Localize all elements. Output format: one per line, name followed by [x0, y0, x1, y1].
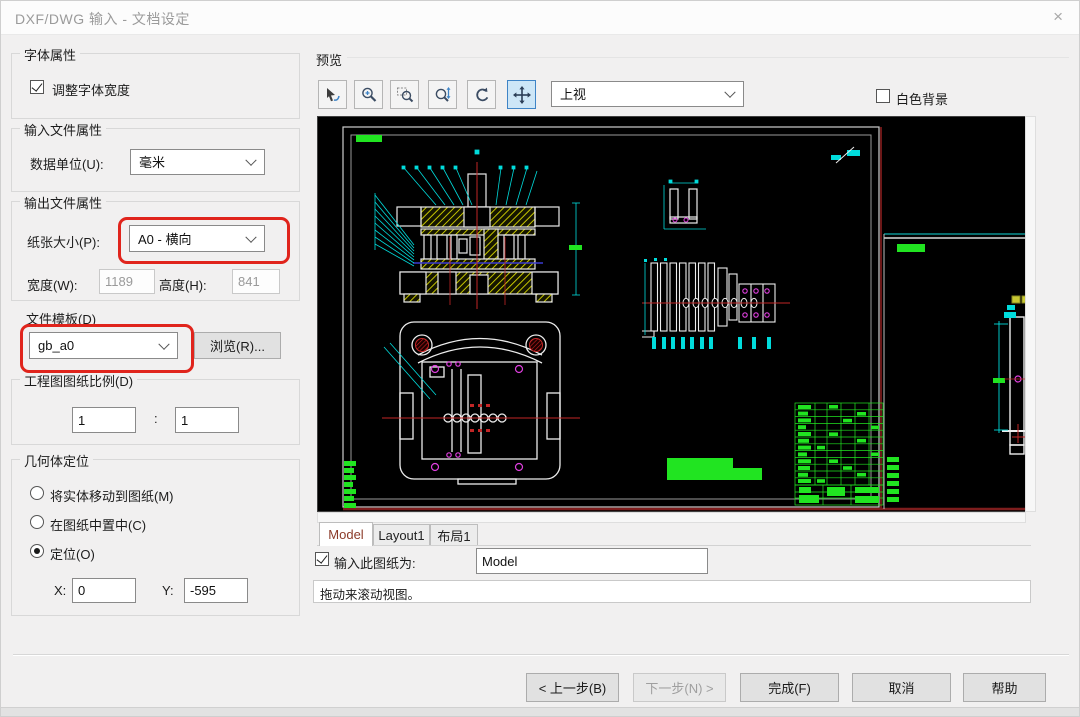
import-sheet-checkbox[interactable] — [315, 552, 329, 566]
import-sheet-label: 输入此图纸为: — [334, 553, 416, 572]
help-button[interactable]: 帮助 — [963, 673, 1046, 702]
move-entities-label: 将实体移动到图纸(M) — [50, 486, 174, 505]
zoom-in-out-button[interactable] — [354, 80, 383, 109]
white-background-checkbox[interactable] — [876, 89, 890, 103]
paper-size-select[interactable]: A0 - 横向 — [129, 225, 265, 252]
tab-layout1[interactable]: Layout1 — [373, 524, 430, 546]
cancel-button[interactable]: 取消 — [852, 673, 951, 702]
paper-size-label: 纸张大小(P): — [27, 232, 100, 251]
y-label: Y: — [162, 583, 174, 598]
data-units-value: 毫米 — [139, 152, 165, 171]
chevron-down-icon — [724, 87, 735, 98]
tab-baseline — [317, 545, 1031, 546]
preview-canvas[interactable] — [317, 116, 1026, 512]
height-label: 高度(H): — [159, 275, 207, 294]
font-properties-group: 字体属性 调整字体宽度 — [11, 53, 300, 119]
x-label: X: — [54, 583, 66, 598]
center-in-sheet-label: 在图纸中置中(C) — [50, 515, 146, 534]
adjust-font-width-checkbox[interactable] — [30, 80, 44, 94]
view-orientation-value: 上视 — [560, 84, 586, 103]
titlebar: DXF/DWG 输入 - 文档设定 × — [1, 1, 1079, 35]
chevron-down-icon — [245, 155, 256, 166]
geometry-positioning-legend: 几何体定位 — [20, 451, 93, 470]
status-bar: 拖动来滚动视图。 — [313, 580, 1031, 603]
back-button[interactable]: < 上一步(B) — [526, 673, 619, 702]
close-icon[interactable]: × — [1053, 7, 1063, 27]
position-label: 定位(O) — [50, 544, 95, 563]
sheet-name-field[interactable] — [476, 548, 708, 574]
data-units-select[interactable]: 毫米 — [130, 149, 265, 175]
select-tool-button[interactable] — [318, 80, 347, 109]
center-in-sheet-radio[interactable] — [30, 515, 44, 529]
cad-drawing — [318, 117, 1025, 511]
move-entities-radio[interactable] — [30, 486, 44, 500]
dxf-dwg-import-dialog: DXF/DWG 输入 - 文档设定 × 字体属性 调整字体宽度 输入文件属性 数… — [0, 0, 1080, 717]
file-template-value: gb_a0 — [38, 338, 74, 353]
scale-colon: : — [154, 411, 158, 426]
preview-group-line — [347, 57, 1069, 58]
view-orientation-select[interactable]: 上视 — [551, 81, 744, 107]
preview-vertical-scrollbar[interactable] — [1025, 116, 1036, 512]
zoom-scale-button[interactable] — [428, 80, 457, 109]
preview-legend: 预览 — [316, 50, 342, 69]
select-tool-icon — [323, 85, 343, 105]
drawing-scale-group: 工程图图纸比例(D) : — [11, 379, 300, 445]
font-properties-legend: 字体属性 — [20, 45, 80, 64]
refresh-icon — [472, 85, 492, 105]
y-field[interactable] — [184, 578, 248, 603]
height-field[interactable] — [232, 269, 280, 294]
input-file-properties-group: 输入文件属性 数据单位(U): 毫米 — [11, 128, 300, 192]
tab-model[interactable]: Model — [319, 522, 373, 546]
next-button[interactable]: 下一步(N) > — [633, 673, 726, 702]
chevron-down-icon — [158, 338, 169, 349]
output-file-properties-group: 输出文件属性 纸张大小(P): A0 - 横向 宽度(W): 高度(H): — [11, 201, 300, 301]
width-label: 宽度(W): — [27, 275, 78, 294]
zoom-scale-icon — [433, 85, 453, 105]
finish-button[interactable]: 完成(F) — [740, 673, 839, 702]
zoom-area-icon — [395, 85, 415, 105]
white-background-label: 白色背景 — [896, 89, 948, 108]
geometry-positioning-group: 几何体定位 将实体移动到图纸(M) 在图纸中置中(C) 定位(O) X: Y: — [11, 459, 300, 616]
paper-size-value: A0 - 横向 — [138, 229, 191, 248]
width-field[interactable] — [99, 269, 155, 294]
window-bottom-edge — [1, 707, 1080, 717]
preview-horizontal-scrollbar[interactable] — [317, 512, 1026, 523]
drawing-scale-legend: 工程图图纸比例(D) — [20, 371, 137, 390]
footer-separator — [13, 654, 1069, 655]
scale-denominator-field[interactable] — [175, 407, 239, 433]
browse-button[interactable]: 浏览(R)... — [194, 332, 281, 359]
zoom-to-area-button[interactable] — [390, 80, 419, 109]
refresh-button[interactable] — [467, 80, 496, 109]
input-file-properties-legend: 输入文件属性 — [20, 120, 106, 139]
data-units-label: 数据单位(U): — [30, 154, 104, 173]
x-field[interactable] — [72, 578, 136, 603]
file-template-select[interactable]: gb_a0 — [29, 332, 178, 359]
position-radio[interactable] — [30, 544, 44, 558]
pan-icon — [512, 85, 532, 105]
file-template-label: 文件模板(D) — [26, 309, 96, 328]
adjust-font-width-label: 调整字体宽度 — [52, 80, 130, 99]
chevron-down-icon — [245, 231, 256, 242]
scale-numerator-field[interactable] — [72, 407, 136, 433]
pan-button[interactable] — [507, 80, 536, 109]
tab-layout-cn[interactable]: 布局1 — [430, 524, 478, 546]
output-file-properties-legend: 输出文件属性 — [20, 193, 106, 212]
dialog-title: DXF/DWG 输入 - 文档设定 — [15, 9, 190, 29]
zoom-in-out-icon — [359, 85, 379, 105]
